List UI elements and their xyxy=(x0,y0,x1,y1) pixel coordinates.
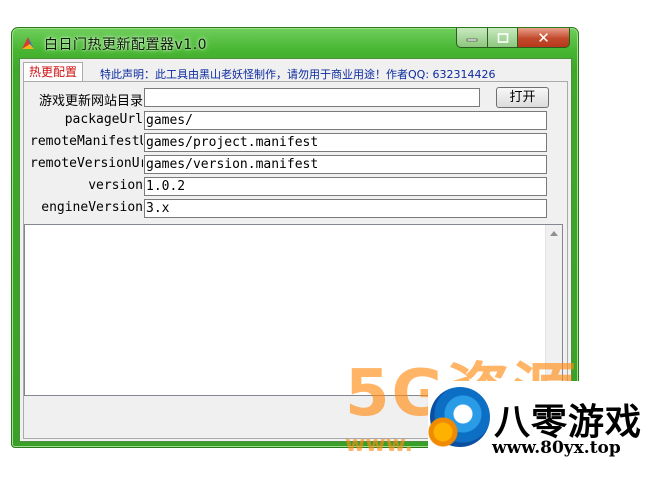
field-label-package-url: packageUrl xyxy=(64,112,143,127)
close-icon: ✕ xyxy=(537,28,550,47)
remote-manifest-url-input[interactable]: games/project.manifest xyxy=(144,133,547,152)
close-button[interactable]: ✕ xyxy=(518,28,570,48)
engine-version-input[interactable]: 3.x xyxy=(144,199,547,218)
field-label-remote-version-url: remoteVersionUrl xyxy=(30,156,143,171)
titlebar[interactable]: 白日门热更新配置器v1.0 ✕ xyxy=(12,28,578,58)
app-logo-icon xyxy=(22,37,34,49)
open-button[interactable]: 打开 xyxy=(496,87,549,108)
package-url-input[interactable]: games/ xyxy=(144,111,547,130)
watermark-url: www. xyxy=(345,432,413,457)
update-dir-input[interactable] xyxy=(144,88,480,107)
scroll-up-icon[interactable] xyxy=(550,231,558,236)
field-label-update-dir: 游戏更新网站目录 xyxy=(38,94,143,109)
maximize-button[interactable] xyxy=(488,28,518,48)
brand-logo-icon xyxy=(428,387,490,447)
minimize-icon xyxy=(466,38,478,41)
caption-buttons: ✕ xyxy=(456,28,570,48)
field-label-remote-manifest-url: remoteManifestUrl xyxy=(30,134,143,149)
notice-text: 特此声明：此工具由黑山老妖怪制作，请勿用于商业用途！作者QQ: 63231442… xyxy=(100,68,496,81)
window-title: 白日门热更新配置器v1.0 xyxy=(44,37,208,53)
minimize-button[interactable] xyxy=(456,28,488,48)
maximize-icon xyxy=(497,32,508,43)
version-input[interactable]: 1.0.2 xyxy=(144,177,547,196)
brand-badge: 八零游戏 www.80yx.top xyxy=(428,381,645,487)
field-label-engine-version: engineVersion xyxy=(41,200,143,215)
tab-hot-update-config[interactable]: 热更配置 xyxy=(23,62,84,81)
remote-version-url-input[interactable]: games/version.manifest xyxy=(144,155,547,174)
field-label-version: version xyxy=(88,178,143,193)
brand-url: www.80yx.top xyxy=(492,438,621,458)
